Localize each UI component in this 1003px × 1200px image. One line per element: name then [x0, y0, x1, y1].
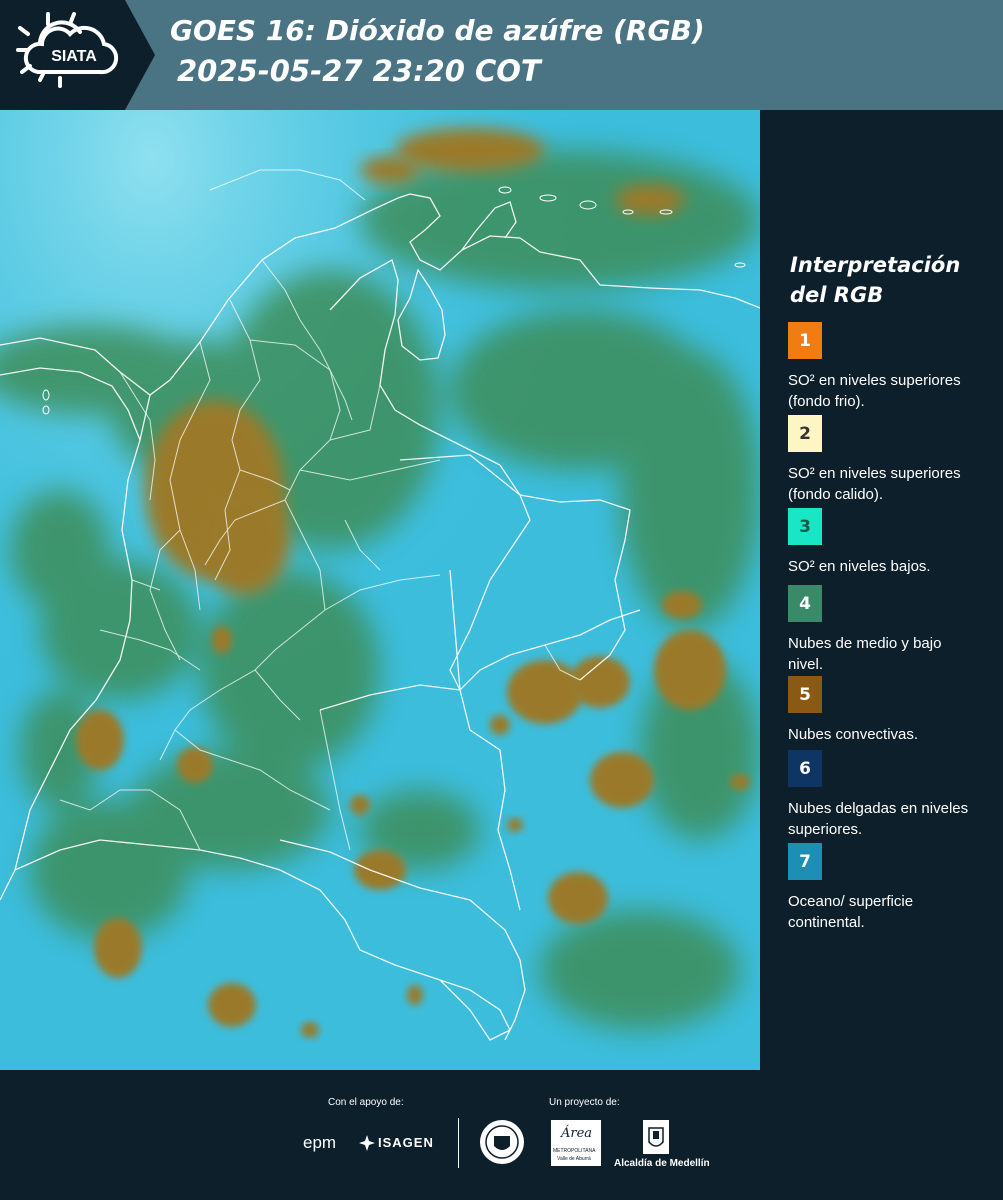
legend-panel: Interpretación del RGB 1 SO² en niveles …	[760, 110, 1003, 1070]
legend-item-label: Nubes de medio y bajo nivel.	[788, 635, 942, 673]
alcaldia-shield-icon	[643, 1120, 669, 1154]
legend-swatch: 4	[788, 585, 822, 622]
siata-logo-text: SIATA	[51, 48, 97, 65]
legend-swatch: 1	[788, 322, 822, 359]
legend-item-label: Oceano/ superficie continental.	[788, 893, 914, 931]
legend-item: 7 Oceano/ superficie continental.	[788, 843, 988, 933]
legend-swatch: 3	[788, 508, 822, 545]
isagen-icon	[359, 1135, 375, 1151]
legend-item: 6 Nubes delgadas en niveles superiores.	[788, 750, 988, 840]
legend-item-label: SO² en niveles bajos.	[788, 558, 931, 575]
legend-swatch: 6	[788, 750, 822, 787]
legend-item: 3 SO² en niveles bajos.	[788, 508, 988, 577]
legend-item: 2 SO² en niveles superiores (fondo calid…	[788, 415, 988, 505]
header-bar: SIATA GOES 16: Dióxido de azúfre (RGB) 2…	[0, 0, 1003, 110]
satellite-map	[0, 110, 760, 1070]
legend-title: Interpretación del RGB	[790, 253, 961, 307]
legend-item: 1 SO² en niveles superiores (fondo frio)…	[788, 322, 988, 412]
isagen-logo: ISAGEN	[378, 1135, 434, 1150]
legend-swatch: 5	[788, 676, 822, 713]
legend-item: 4 Nubes de medio y bajo nivel.	[788, 585, 988, 675]
legend-swatch: 2	[788, 415, 822, 452]
legend-item-label: Nubes convectivas.	[788, 726, 919, 743]
siata-logo: SIATA	[0, 0, 155, 110]
support-caption: Con el apoyo de:	[328, 1097, 404, 1108]
project-caption: Un proyecto de:	[549, 1097, 620, 1108]
legend-item-label: Nubes delgadas en niveles superiores.	[788, 800, 969, 838]
page-timestamp: 2025-05-27 23:20 COT	[177, 54, 541, 88]
footer-bar: Con el apoyo de: Un proyecto de: epm ISA…	[0, 1070, 1003, 1200]
legend-item-label: SO² en niveles superiores (fondo frio).	[788, 372, 961, 410]
legend-swatch: 7	[788, 843, 822, 880]
footer-divider	[458, 1118, 459, 1168]
legend-item-label: SO² en niveles superiores (fondo calido)…	[788, 465, 961, 503]
epm-logo: epm	[303, 1133, 337, 1152]
alcaldia-logo: Alcaldía de Medellín	[614, 1158, 710, 1169]
legend-item: 5 Nubes convectivas.	[788, 676, 988, 745]
area-metropolitana-logo: Área METROPOLITANA Valle de Aburrá	[551, 1120, 601, 1166]
page-title: GOES 16: Dióxido de azúfre (RGB)	[170, 14, 705, 47]
medellin-seal-icon	[480, 1120, 524, 1164]
